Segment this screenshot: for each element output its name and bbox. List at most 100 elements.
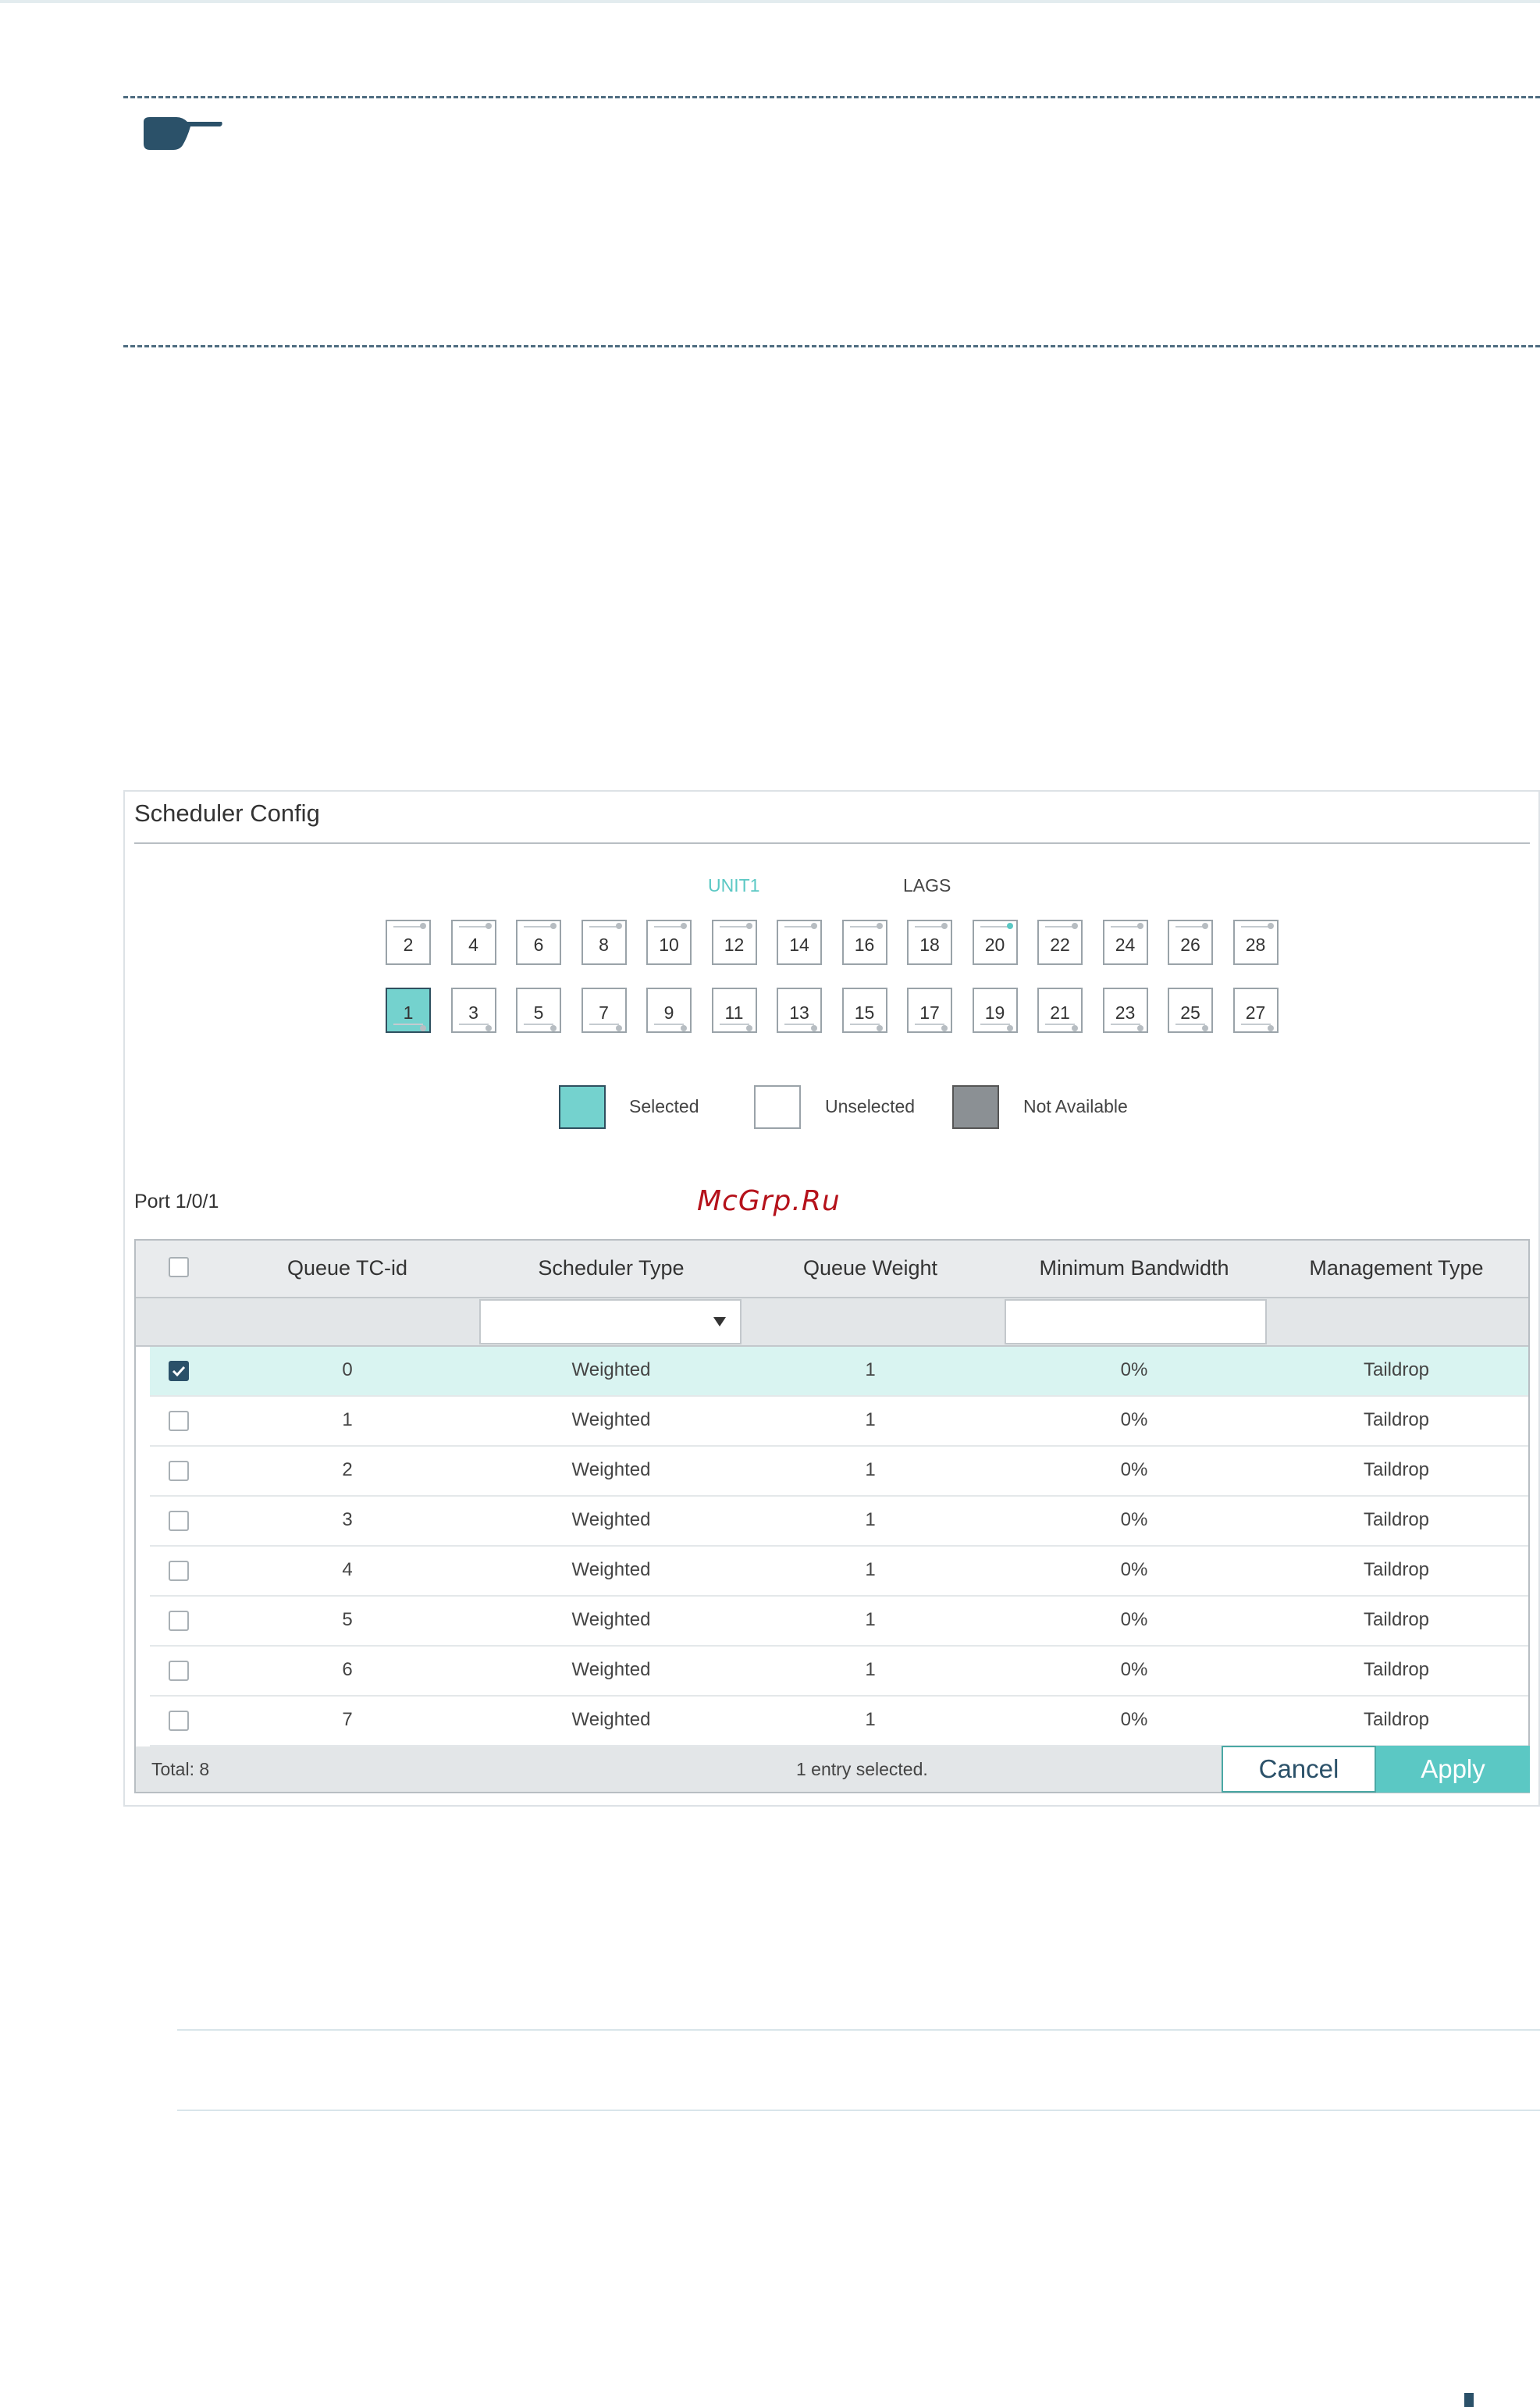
port-outline xyxy=(784,1024,814,1025)
port-14[interactable]: 14 xyxy=(777,920,822,965)
port-8[interactable]: 8 xyxy=(581,920,627,965)
port-24[interactable]: 24 xyxy=(1102,920,1148,965)
port-22[interactable]: 22 xyxy=(1037,920,1083,965)
port-outline xyxy=(589,926,619,928)
note-border-bottom xyxy=(123,345,1540,347)
port-outline xyxy=(915,926,944,928)
port-led-icon xyxy=(1267,1025,1274,1031)
port-number: 23 xyxy=(1115,1002,1136,1023)
port-number: 17 xyxy=(919,1002,940,1023)
pointing-hand-icon xyxy=(140,114,223,155)
port-outline xyxy=(1175,926,1205,928)
port-6[interactable]: 6 xyxy=(516,920,561,965)
port-number: 4 xyxy=(468,935,478,955)
port-10[interactable]: 10 xyxy=(646,920,692,965)
port-19[interactable]: 19 xyxy=(972,988,1018,1033)
port-led-icon xyxy=(1006,923,1013,929)
port-outline xyxy=(524,926,553,928)
port-number: 7 xyxy=(599,1002,609,1023)
port-outline xyxy=(589,1024,619,1025)
watermark: McGrp.Ru xyxy=(697,1185,841,1217)
port-26[interactable]: 26 xyxy=(1168,920,1213,965)
port-outline xyxy=(393,926,423,928)
port-led-icon xyxy=(1202,923,1208,929)
port-led-icon xyxy=(1006,1025,1013,1031)
table-footer xyxy=(136,1746,1222,1792)
port-outline xyxy=(1240,1024,1271,1025)
port-led-icon xyxy=(941,923,948,929)
port-led-icon xyxy=(745,1025,752,1031)
port-2[interactable]: 2 xyxy=(386,920,431,965)
port-13[interactable]: 13 xyxy=(777,988,822,1033)
port-led-icon xyxy=(681,1025,687,1031)
port-3[interactable]: 3 xyxy=(450,988,496,1033)
port-led-icon xyxy=(876,923,883,929)
port-led-icon xyxy=(1136,923,1143,929)
port-outline xyxy=(458,926,489,928)
port-number: 13 xyxy=(789,1002,809,1023)
port-7[interactable]: 7 xyxy=(581,988,627,1033)
port-led-icon xyxy=(485,923,492,929)
port-led-icon xyxy=(1072,1025,1078,1031)
page-marker xyxy=(1464,2393,1474,2407)
port-11[interactable]: 11 xyxy=(711,988,757,1033)
port-20[interactable]: 20 xyxy=(972,920,1018,965)
port-number: 10 xyxy=(659,935,679,955)
port-led-icon xyxy=(1267,923,1274,929)
port-15[interactable]: 15 xyxy=(841,988,887,1033)
port-led-icon xyxy=(485,1025,492,1031)
port-led-icon xyxy=(811,1025,817,1031)
selected-legend-icon xyxy=(559,1085,606,1129)
legend-selected-label: Selected xyxy=(629,1096,699,1116)
port-outline xyxy=(1110,1024,1140,1025)
port-number: 3 xyxy=(468,1002,478,1023)
tab-unit1[interactable]: UNIT1 xyxy=(708,875,759,896)
apply-button[interactable]: Apply xyxy=(1376,1746,1530,1793)
port-12[interactable]: 12 xyxy=(711,920,757,965)
port-27[interactable]: 27 xyxy=(1232,988,1279,1033)
port-21[interactable]: 21 xyxy=(1037,988,1083,1033)
panel-title: Scheduler Config xyxy=(134,799,320,827)
port-led-icon xyxy=(876,1025,883,1031)
port-led-icon xyxy=(420,923,426,929)
port-led-icon xyxy=(941,1025,948,1031)
port-number: 20 xyxy=(984,935,1005,955)
port-outline xyxy=(980,1024,1010,1025)
port-outline xyxy=(784,926,814,928)
port-number: 22 xyxy=(1050,935,1070,955)
port-18[interactable]: 18 xyxy=(907,920,952,965)
port-5[interactable]: 5 xyxy=(516,988,561,1033)
port-led-icon xyxy=(420,1025,426,1031)
port-outline xyxy=(980,926,1010,928)
port-28[interactable]: 28 xyxy=(1232,920,1279,965)
port-number: 14 xyxy=(789,935,809,955)
port-led-icon xyxy=(1202,1025,1208,1031)
port-number: 28 xyxy=(1245,935,1266,955)
port-number: 18 xyxy=(919,935,940,955)
port-1[interactable]: 1 xyxy=(386,988,431,1033)
port-outline xyxy=(393,1024,423,1025)
port-17[interactable]: 17 xyxy=(907,988,952,1033)
port-number: 6 xyxy=(533,935,544,955)
port-number: 16 xyxy=(854,935,875,955)
port-led-icon xyxy=(550,1025,557,1031)
legend-unselected-label: Unselected xyxy=(825,1096,916,1116)
port-number: 11 xyxy=(724,1002,744,1023)
port-number: 27 xyxy=(1245,1002,1266,1023)
port-led-icon xyxy=(1072,923,1078,929)
port-outline xyxy=(719,926,749,928)
port-4[interactable]: 4 xyxy=(450,920,496,965)
port-23[interactable]: 23 xyxy=(1102,988,1148,1033)
port-outline xyxy=(1240,926,1271,928)
cancel-button[interactable]: Cancel xyxy=(1222,1746,1376,1793)
port-25[interactable]: 25 xyxy=(1168,988,1213,1033)
port-outline xyxy=(524,1024,553,1025)
port-outline xyxy=(849,1024,880,1025)
tab-lags[interactable]: LAGS xyxy=(903,875,951,896)
port-16[interactable]: 16 xyxy=(841,920,887,965)
port-outline xyxy=(654,1024,684,1025)
port-number: 9 xyxy=(663,1002,674,1023)
not-available-legend-icon xyxy=(952,1085,999,1129)
port-number: 12 xyxy=(724,935,745,955)
port-9[interactable]: 9 xyxy=(646,988,692,1033)
